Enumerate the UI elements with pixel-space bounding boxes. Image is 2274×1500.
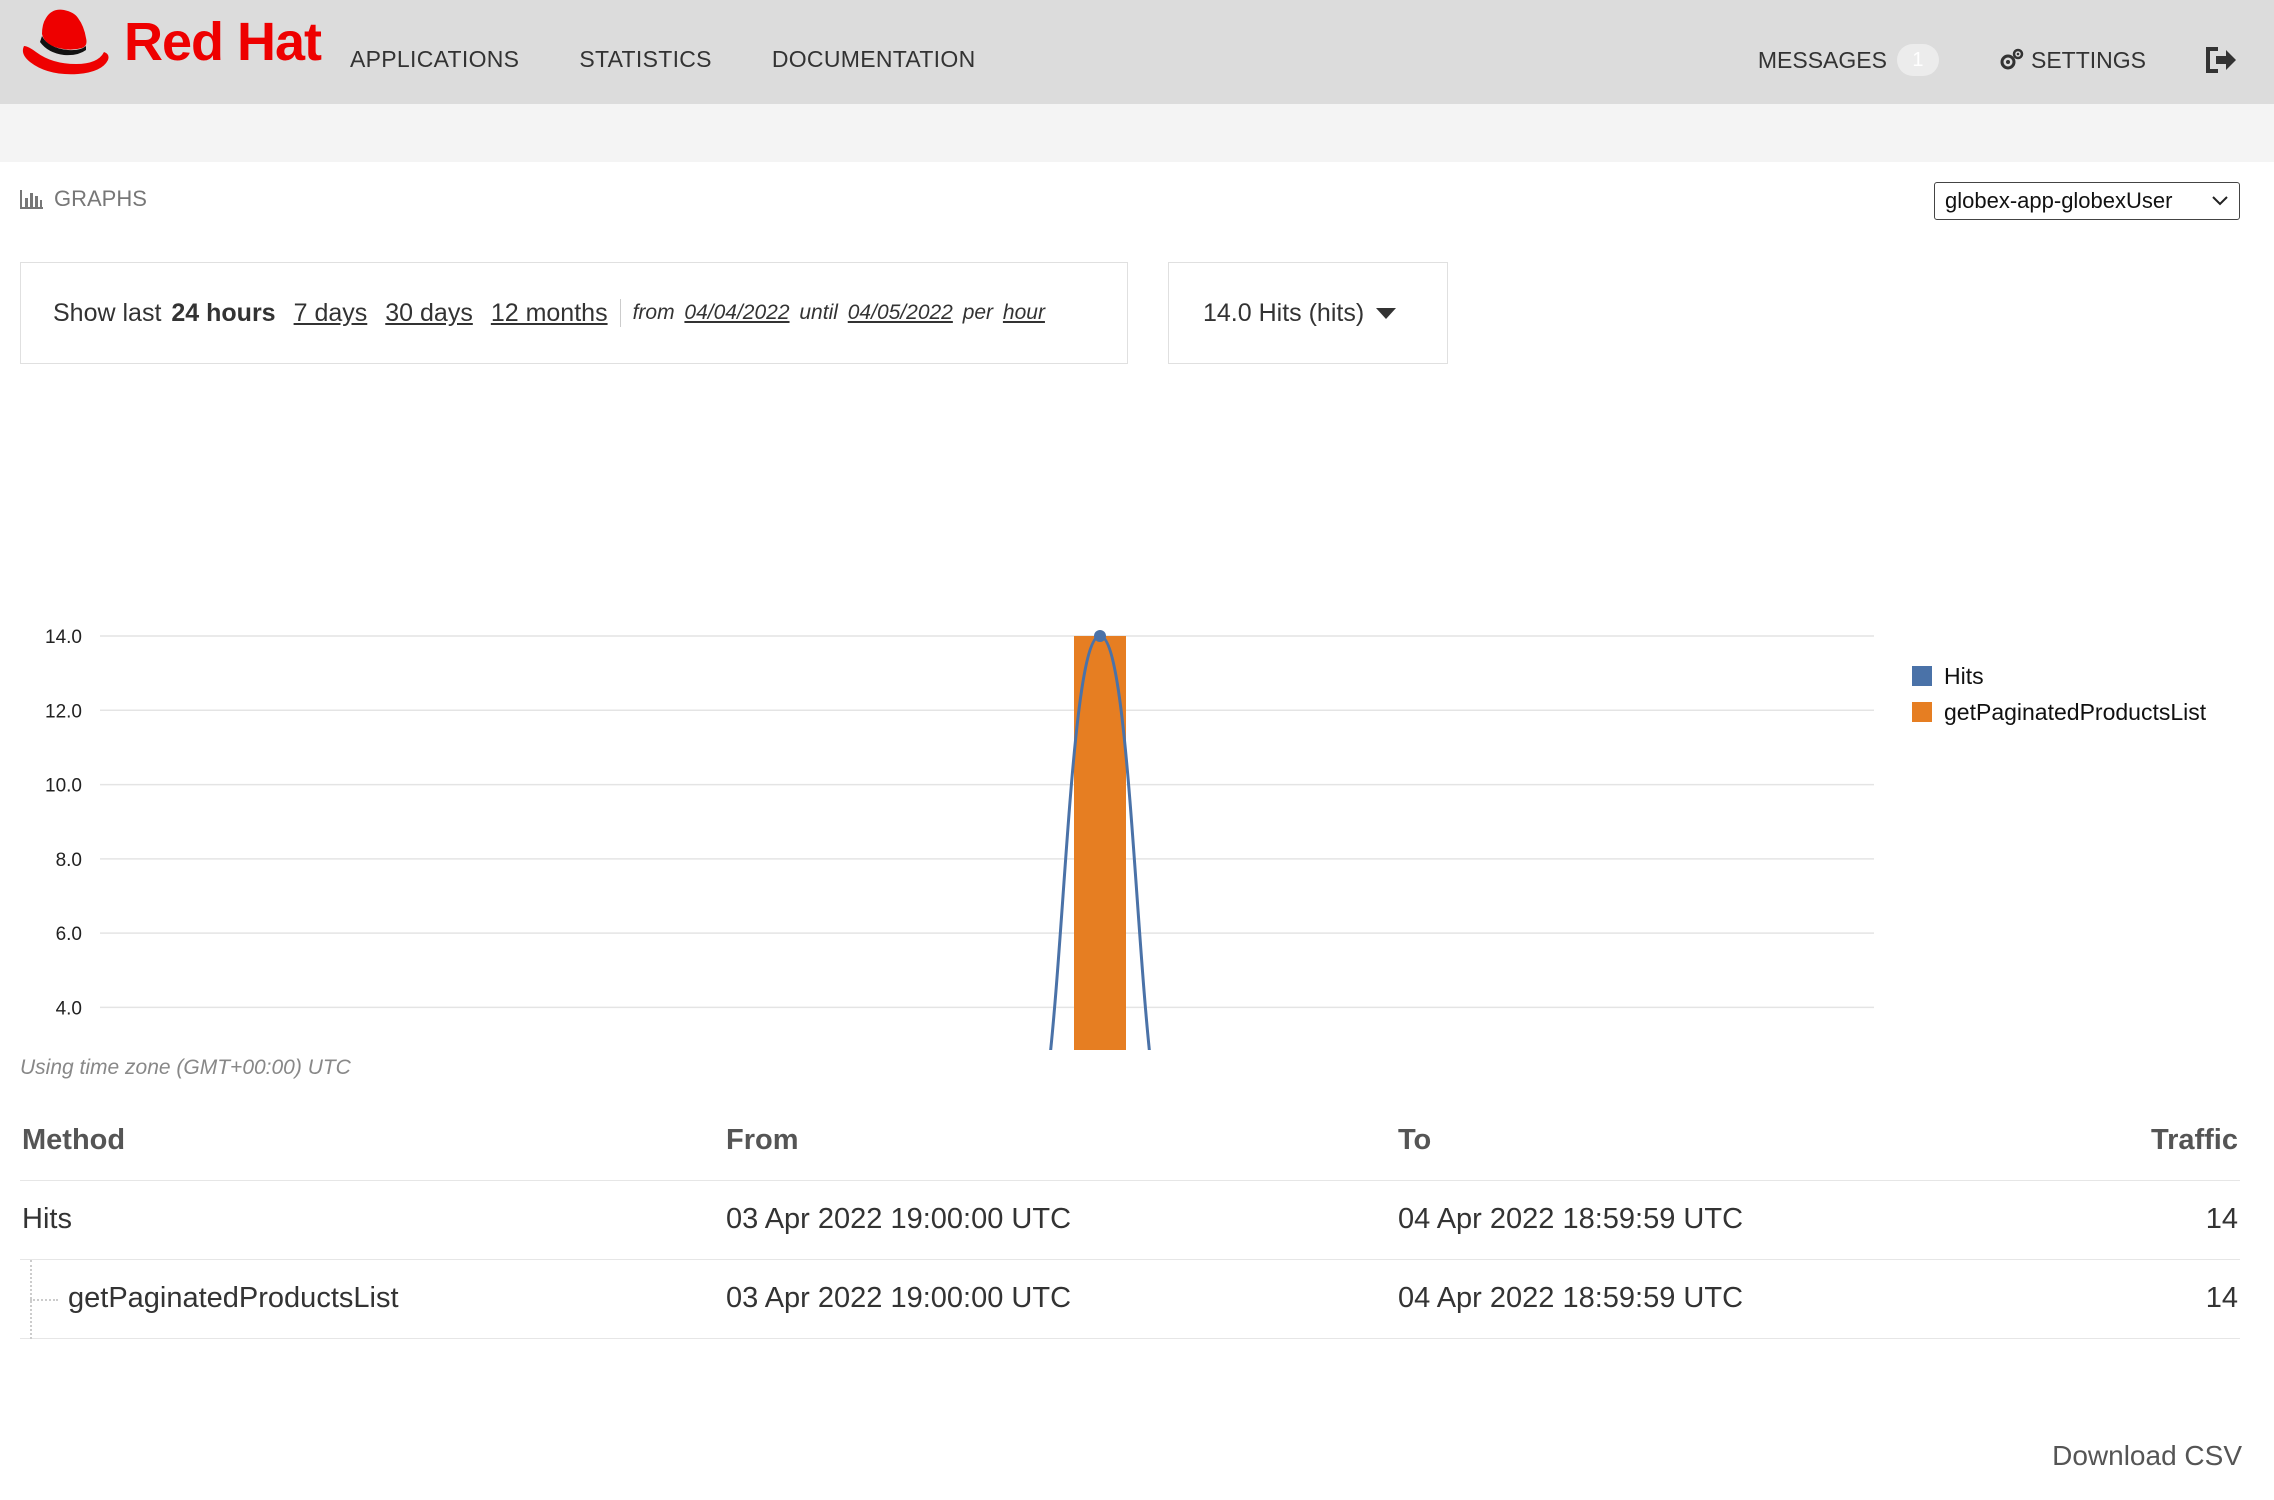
redhat-logo[interactable]: Red Hat [18, 4, 322, 80]
until-label: until [799, 301, 838, 324]
tree-branch [30, 1299, 58, 1301]
y-tick-label: 8.0 [56, 850, 82, 871]
header-method: Method [22, 1124, 126, 1156]
header-traffic: Traffic [2150, 1124, 2238, 1156]
row-traffic: 14 [2205, 1203, 2238, 1235]
messages-label: MESSAGES [1757, 46, 1887, 73]
application-select-value: globex-app-globexUser [1945, 188, 2173, 213]
y-tick-label: 6.0 [56, 924, 82, 945]
y-tick-label: 14.0 [45, 627, 82, 648]
caret-down-icon [1376, 307, 1397, 319]
graphs-heading: GRAPHS [20, 186, 147, 212]
main-content: GRAPHS globex-app-globexUser Show last 2… [0, 162, 2274, 1500]
row-from: 03 Apr 2022 19:00:00 UTC [726, 1203, 1072, 1235]
application-select[interactable]: globex-app-globexUser [1934, 182, 2240, 220]
show-last-label: Show last [53, 298, 162, 327]
table-row: Hits 03 Apr 2022 19:00:00 UTC 04 Apr 202… [20, 1181, 2240, 1260]
bar-chart-icon [20, 190, 43, 209]
right-nav: MESSAGES 1 SETTINGS [1758, 44, 2274, 76]
per-label: per [962, 301, 994, 324]
divider [619, 299, 621, 327]
period-7-days[interactable]: 7 days [294, 299, 368, 328]
traffic-table: Method From To Traffic Hits 03 Apr 2022 … [20, 1102, 2240, 1339]
period-current: 24 hours [171, 298, 276, 327]
row-method: getPaginatedProductsList [68, 1282, 399, 1314]
row-traffic: 14 [2205, 1282, 2238, 1314]
metric-selector[interactable]: 14.0 Hits (hits) [1168, 262, 1448, 364]
brand-name: Red Hat [124, 12, 322, 72]
top-navbar: Red Hat APPLICATIONS STATISTICS DOCUMENT… [0, 0, 2274, 104]
header-from: From [726, 1124, 799, 1156]
chevron-down-icon [2212, 196, 2228, 206]
y-tick-label: 4.0 [56, 998, 82, 1019]
until-date-link[interactable]: 04/05/2022 [848, 301, 953, 324]
row-method: Hits [22, 1203, 72, 1235]
main-nav: APPLICATIONS STATISTICS DOCUMENTATION [350, 46, 975, 73]
granularity-link[interactable]: hour [1003, 301, 1045, 324]
traffic-chart: 0.02.04.06.08.010.012.014.0Apr 3 19:00Ap… [45, 627, 2207, 1050]
redhat-fedora-icon [22, 9, 109, 75]
metric-selector-label: 14.0 Hits (hits) [1203, 298, 1365, 327]
legend-label: Hits [1944, 663, 1984, 689]
legend-swatch [1912, 666, 1932, 686]
table-row: getPaginatedProductsList 03 Apr 2022 19:… [20, 1260, 2240, 1339]
legend-swatch [1912, 702, 1932, 722]
sub-toolbar [0, 104, 2274, 162]
row-from: 03 Apr 2022 19:00:00 UTC [726, 1282, 1072, 1314]
header-to: To [1398, 1124, 1432, 1156]
messages-link[interactable]: MESSAGES 1 [1758, 44, 1939, 76]
nav-documentation[interactable]: DOCUMENTATION [772, 46, 976, 73]
table-header-row: Method From To Traffic [20, 1102, 2240, 1181]
from-date-link[interactable]: 04/04/2022 [684, 301, 789, 324]
period-selector: Show last 24 hours 7 days 30 days 12 mon… [20, 262, 1128, 364]
legend-label: getPaginatedProductsList [1944, 699, 2207, 725]
graphs-title: GRAPHS [54, 186, 147, 211]
nav-applications[interactable]: APPLICATIONS [350, 46, 519, 73]
period-12-months[interactable]: 12 months [491, 299, 608, 328]
row-to: 04 Apr 2022 18:59:59 UTC [1398, 1282, 1744, 1314]
y-tick-label: 10.0 [45, 776, 82, 797]
messages-count-badge: 1 [1896, 44, 1939, 76]
settings-link[interactable]: SETTINGS [1999, 47, 2146, 74]
download-csv-link[interactable]: Download CSV [2052, 1440, 2242, 1472]
series-line-hits [1049, 634, 1151, 1050]
data-point [1094, 630, 1106, 642]
nav-statistics[interactable]: STATISTICS [579, 46, 712, 73]
timezone-note: Using time zone (GMT+00:00) UTC [20, 1056, 351, 1079]
gears-icon [2000, 48, 2024, 70]
from-label: from [632, 301, 675, 324]
settings-label: SETTINGS [2030, 46, 2146, 73]
logout-icon[interactable] [2204, 45, 2238, 75]
date-range: from 04/04/2022 until 04/05/2022 per hou… [633, 301, 1045, 325]
row-to: 04 Apr 2022 18:59:59 UTC [1398, 1203, 1744, 1235]
period-30-days[interactable]: 30 days [385, 299, 473, 328]
y-tick-label: 12.0 [45, 701, 82, 722]
